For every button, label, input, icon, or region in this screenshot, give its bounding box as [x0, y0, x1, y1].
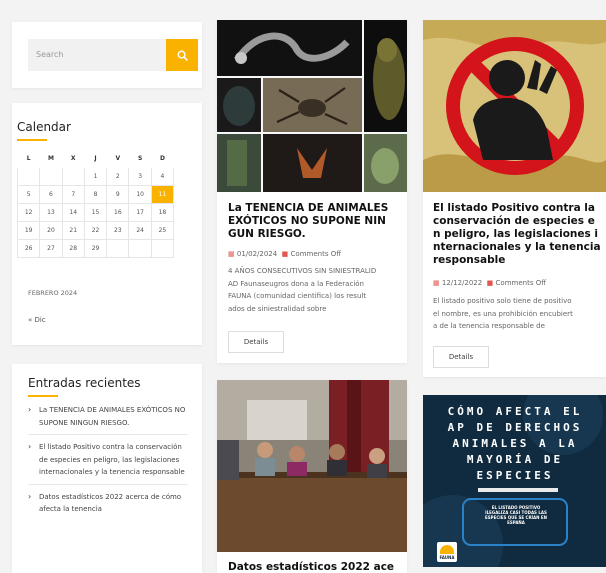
calendar-day — [128, 239, 152, 258]
post-date[interactable]: 01/02/2024 — [237, 250, 277, 258]
calendar-day[interactable]: 6 — [39, 185, 63, 204]
comment-icon: ■ — [486, 279, 494, 287]
post-excerpt: 4 AÑOS CONSECUTIVOS SIN SINIESTRALID AD … — [228, 267, 377, 313]
calendar-weekday: M — [39, 149, 63, 168]
post-excerpt: El listado positivo solo tiene de positi… — [433, 297, 573, 330]
calendar-day — [16, 167, 41, 186]
recent-posts-title: Entradas recientes — [28, 376, 141, 390]
recent-posts-list: › La TENENCIA DE ANIMALES EXÓTICOS NO SUP… — [28, 404, 188, 527]
calendar-weekday: X — [61, 149, 85, 168]
calendar-week: 26 27 28 29 — [16, 239, 175, 258]
calendar-day — [150, 239, 175, 258]
calendar-day[interactable]: 4 — [150, 167, 175, 186]
calendar-day[interactable]: 19 — [16, 221, 41, 240]
calendar-day[interactable]: 13 — [39, 203, 63, 222]
calendar-day[interactable]: 1 — [83, 167, 108, 186]
post-title-positive-list[interactable]: El listado Positivo contra la conservaci… — [433, 202, 605, 267]
details-button[interactable]: Details — [433, 346, 489, 368]
calendar-day[interactable]: 18 — [150, 203, 175, 222]
recent-post-link[interactable]: › La TENENCIA DE ANIMALES EXÓTICOS NO SUP… — [28, 404, 188, 435]
calendar-day[interactable]: 22 — [83, 221, 108, 240]
calendar-icon: ▦ — [433, 279, 440, 287]
calendar-day[interactable]: 23 — [106, 221, 130, 240]
calendar-weekday: L — [16, 149, 41, 168]
calendar-day[interactable]: 26 — [16, 239, 41, 258]
calendar-week: 19 20 21 22 23 24 25 — [16, 221, 175, 240]
calendar-day[interactable]: 17 — [128, 203, 152, 222]
calendar-weekday: V — [106, 149, 130, 168]
details-button[interactable]: Details — [228, 331, 284, 353]
calendar-day[interactable]: 9 — [106, 185, 130, 204]
calendar-day[interactable]: 10 — [128, 185, 152, 204]
calendar-icon: ▦ — [228, 250, 235, 258]
calendar-day[interactable]: 24 — [128, 221, 152, 240]
calendar-week: 1234 — [16, 167, 175, 186]
calendar-weekday: D — [150, 149, 175, 168]
calendar-day[interactable]: 16 — [106, 203, 130, 222]
conference-photo-image — [217, 380, 407, 552]
calendar-day[interactable]: 8 — [83, 185, 108, 204]
calendar-week: 5 6 7 8 9 10 11 — [16, 185, 175, 204]
calendar-day — [106, 239, 130, 258]
promo-headline: CÓMO AFECTA EL AP DE DERECHOS ANIMALES A… — [447, 405, 583, 482]
calendar-day[interactable]: 14 — [61, 203, 85, 222]
post-image-stop-sign[interactable] — [423, 20, 606, 192]
calendar-week: 12 13 14 15 16 17 18 — [16, 203, 175, 222]
search-icon — [177, 50, 188, 61]
calendar-day[interactable]: 29 — [83, 239, 108, 258]
calendar-day — [39, 167, 63, 186]
calendar-day[interactable]: 27 — [39, 239, 63, 258]
calendar-day[interactable]: 15 — [83, 203, 108, 222]
calendar-day[interactable]: 5 — [16, 185, 41, 204]
post-title-exotic-animals[interactable]: La TENENCIA DE ANIMALES EXÓTICOS NO SUPO… — [228, 202, 403, 241]
calendar-grid: LMXJVSD 1 2 3 4 5 6 7 8 9 10 11 12 13 14 15 16 17 18 19 20 2… — [16, 149, 175, 258]
calendar-day[interactable]: 25 — [150, 221, 175, 240]
comment-icon: ■ — [281, 250, 289, 258]
search-widget: Search — [12, 22, 202, 88]
chevron-right-icon: › — [28, 405, 32, 414]
calendar-weekday: S — [128, 149, 152, 168]
post-image-conference[interactable] — [217, 380, 407, 552]
fauna-logo: FAUNA — [437, 542, 457, 562]
chevron-right-icon: › — [28, 491, 32, 501]
animal-collage-image — [217, 20, 407, 192]
search-button[interactable] — [166, 39, 198, 71]
calendar-day[interactable]: 12 — [16, 203, 41, 222]
calendar-prev-link[interactable]: « Dic — [28, 316, 46, 324]
post-image-animal-collage[interactable] — [217, 20, 407, 192]
calendar-day[interactable]: 21 — [61, 221, 85, 240]
calendar-month-caption: FEBRERO 2024 — [28, 289, 78, 297]
recent-title-underline — [28, 395, 58, 397]
post-comments: Comments Off — [495, 279, 547, 287]
calendar-weekday: J — [83, 149, 108, 168]
calendar-day — [61, 167, 85, 186]
post-title-statistics[interactable]: Datos estadísticos 2022 ace — [228, 561, 403, 573]
recent-post-link[interactable]: › El listado Positivo contra la conservac… — [28, 441, 188, 485]
calendar-title-underline — [17, 139, 47, 141]
post-meta: ▦ 12/12/2022 ■ Comments Off — [433, 279, 546, 287]
calendar-day[interactable]: 2 — [106, 167, 130, 186]
calendar-day[interactable]: 28 — [61, 239, 85, 258]
calendar-day[interactable]: 20 — [39, 221, 63, 240]
chevron-right-icon: › — [28, 442, 32, 451]
calendar-day[interactable]: 7 — [61, 185, 85, 204]
post-meta: ▦ 01/02/2024 ■ Comments Off — [228, 250, 341, 258]
post-comments: Comments Off — [290, 250, 342, 258]
recent-post-link[interactable]: › Datos estadísticos 2022 acerca de cómo … — [28, 491, 188, 521]
calendar-title: Calendar — [17, 120, 71, 134]
calendar-day[interactable]: 11 — [150, 185, 175, 204]
search-input[interactable]: Search — [28, 39, 166, 71]
calendar-day[interactable]: 3 — [128, 167, 152, 186]
promo-small-text: EL LISTADO POSITIVO ILEGALIZA CASI TODAS… — [485, 505, 547, 525]
post-date[interactable]: 12/12/2022 — [442, 279, 482, 287]
prohibition-map-image — [423, 20, 606, 192]
